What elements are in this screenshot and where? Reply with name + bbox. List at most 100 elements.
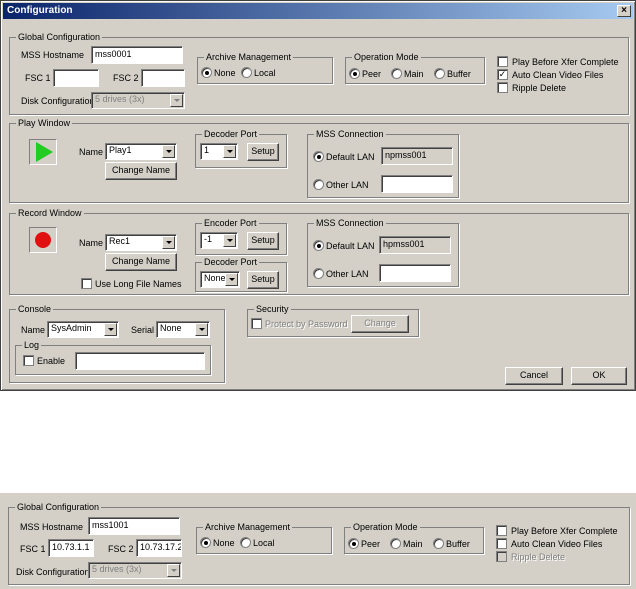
chevron-down-icon[interactable] [225,273,238,286]
record-name-label: Name [79,238,104,248]
mss-hostname-label: MSS Hostname [21,50,85,60]
checkmark-icon: ✓ [498,69,507,79]
play-other-lan-label: Other LAN [326,180,369,190]
auto-clean-checkbox[interactable]: ✓ [497,69,508,80]
record-default-lan-value: hpmss001 [379,236,451,254]
crop-play-before-xfer-label: Play Before Xfer Complete [511,526,618,536]
disk-config-dropdown[interactable]: 5 drives (3x) [91,92,185,109]
chevron-down-icon[interactable] [162,145,175,158]
record-other-lan-label: Other LAN [326,269,369,279]
ripple-delete-checkbox[interactable] [497,82,508,93]
chevron-down-icon[interactable] [170,94,183,107]
crop-archive-legend: Archive Management [203,522,293,532]
fsc1-input[interactable] [53,69,99,87]
fsc1-label: FSC 1 [25,73,51,83]
chevron-down-icon[interactable] [167,564,180,577]
archive-none-radio[interactable] [201,67,212,78]
record-mss-connection-legend: MSS Connection [314,218,386,228]
play-setup-button[interactable]: Setup [247,143,279,161]
record-decoder-setup-button[interactable]: Setup [247,271,279,289]
crop-play-before-xfer-checkbox[interactable] [496,525,507,536]
play-default-lan-radio[interactable] [313,151,324,162]
crop-auto-clean-label: Auto Clean Video Files [511,539,603,549]
encoder-port-dropdown[interactable]: -1 [200,232,238,249]
ripple-delete-label: Ripple Delete [512,83,567,93]
record-change-name-button[interactable]: Change Name [105,253,177,271]
mss-hostname-input[interactable]: mss0001 [91,46,183,64]
console-serial-label: Serial [131,325,155,335]
play-name-dropdown[interactable]: Play1 [105,143,177,160]
protect-password-label: Protect by Password [265,319,348,329]
record-decoder-port-legend: Decoder Port [202,257,260,267]
record-other-lan-radio[interactable] [313,268,324,279]
record-default-lan-label: Default LAN [326,241,375,251]
operation-buffer-radio[interactable] [434,68,445,79]
crop-disk-config-label: Disk Configuration [16,567,90,577]
crop-auto-clean-checkbox[interactable] [496,538,507,549]
operation-peer-radio[interactable] [349,68,360,79]
play-decoder-port-dropdown[interactable]: 1 [200,143,238,160]
log-path-input[interactable] [75,352,205,370]
crop-operation-main-radio[interactable] [390,538,401,549]
chevron-down-icon[interactable] [195,323,208,336]
crop-disk-config-dropdown[interactable]: 5 drives (3x) [88,562,182,579]
chevron-down-icon[interactable] [104,323,117,336]
record-icon [35,232,51,248]
console-serial-value: None [160,323,182,333]
play-before-xfer-checkbox[interactable] [497,56,508,67]
console-name-dropdown[interactable]: SysAdmin [47,321,119,338]
play-mss-connection-legend: MSS Connection [314,129,386,139]
crop-fsc1-label: FSC 1 [20,544,46,554]
console-name-value: SysAdmin [51,323,92,333]
archive-local-radio[interactable] [241,67,252,78]
protect-password-checkbox[interactable] [251,318,262,329]
crop-global-config-legend: Global Configuration [15,502,102,512]
play-decoder-port-value: 1 [204,145,210,155]
crop-fsc2-input[interactable]: 10.73.17.2 [136,539,182,557]
cancel-button[interactable]: Cancel [505,367,563,385]
archive-local-label: Local [254,68,276,78]
crop-operation-buffer-label: Buffer [446,539,470,549]
play-default-lan-label: Default LAN [326,152,375,162]
crop-operation-peer-label: Peer [361,539,381,549]
operation-main-label: Main [404,69,424,79]
play-before-xfer-label: Play Before Xfer Complete [512,57,619,67]
close-icon: × [621,5,627,16]
record-decoder-port-dropdown[interactable]: None [200,271,240,288]
record-name-dropdown[interactable]: Rec1 [105,234,177,251]
fsc2-input[interactable] [141,69,185,87]
crop-operation-legend: Operation Mode [351,522,420,532]
log-enable-checkbox[interactable] [23,355,34,366]
crop-operation-peer-radio[interactable] [348,538,359,549]
title-bar[interactable]: Configuration × [3,3,633,19]
long-file-names-label: Use Long File Names [95,279,182,289]
record-other-lan-input[interactable] [379,264,451,282]
window-title: Configuration [7,5,73,16]
close-button[interactable]: × [617,5,631,17]
crop-fsc1-input[interactable]: 10.73.1.1 [48,539,94,557]
crop-mss-hostname-label: MSS Hostname [20,522,84,532]
crop-operation-buffer-radio[interactable] [433,538,444,549]
long-file-names-checkbox[interactable] [81,278,92,289]
crop-archive-none-radio[interactable] [200,537,211,548]
play-other-lan-radio[interactable] [313,179,324,190]
crop-mss-hostname-input[interactable]: mss1001 [88,517,180,535]
change-password-button[interactable]: Change [351,315,409,333]
console-serial-dropdown[interactable]: None [156,321,210,338]
auto-clean-label: Auto Clean Video Files [512,70,604,80]
chevron-down-icon[interactable] [223,145,236,158]
chevron-down-icon[interactable] [162,236,175,249]
chevron-down-icon[interactable] [223,234,236,247]
disk-config-value: 5 drives (3x) [95,94,145,104]
operation-main-radio[interactable] [391,68,402,79]
record-default-lan-radio[interactable] [313,240,324,251]
ok-button[interactable]: OK [571,367,627,385]
play-other-lan-input[interactable] [381,175,453,193]
crop-ripple-delete-checkbox[interactable] [496,551,507,562]
play-change-name-button[interactable]: Change Name [105,162,177,180]
encoder-setup-button[interactable]: Setup [247,232,279,250]
log-enable-label: Enable [37,356,66,366]
crop-archive-local-radio[interactable] [240,537,251,548]
record-window-legend: Record Window [16,208,84,218]
operation-peer-label: Peer [362,69,382,79]
